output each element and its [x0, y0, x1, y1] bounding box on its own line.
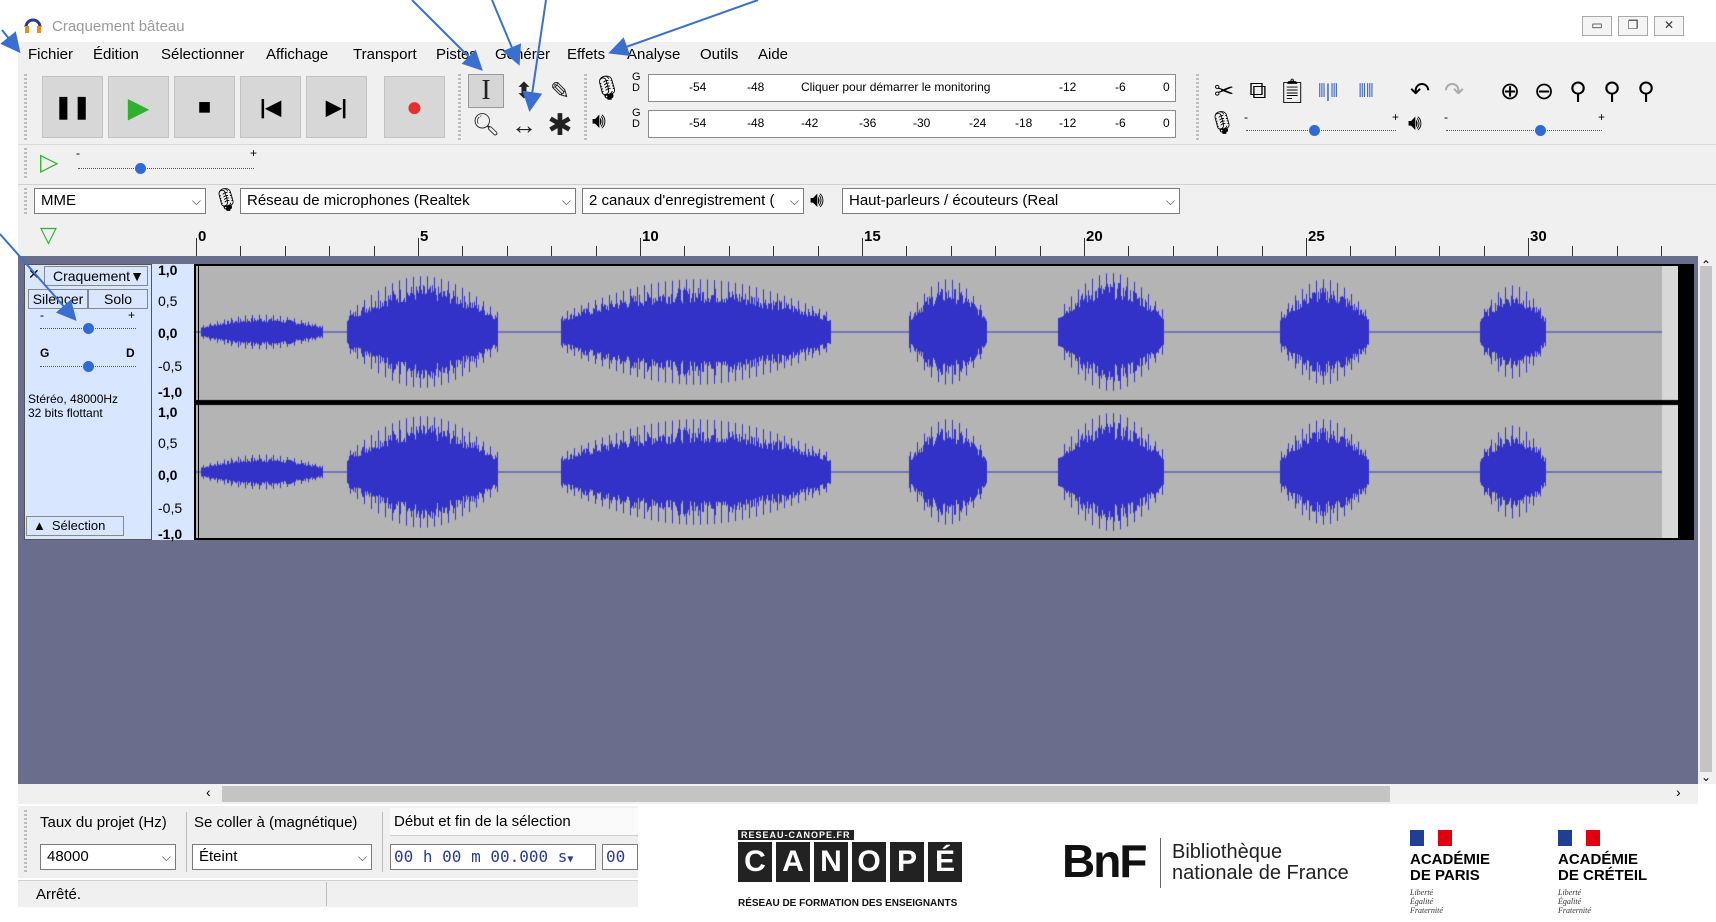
annotation-arrow	[411, 0, 483, 71]
annotation-arrow	[522, 0, 547, 112]
annotation-arrow	[0, 233, 77, 322]
annotation-arrow	[608, 0, 759, 57]
annotation-arrow	[0, 29, 21, 54]
annotation-arrow	[491, 0, 522, 66]
annotation-arrows	[0, 0, 759, 322]
